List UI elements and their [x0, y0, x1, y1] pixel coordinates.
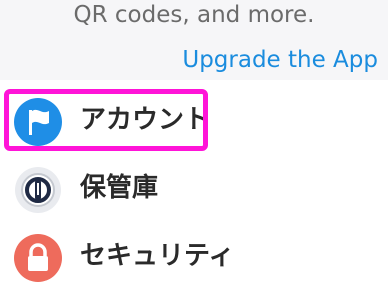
- menu-item-vaults[interactable]: 保管庫: [0, 158, 260, 214]
- menu-item-label: アカウント: [80, 105, 211, 135]
- menu-item-label: セキュリティ: [80, 241, 235, 271]
- menu-item-security[interactable]: セキュリティ: [0, 226, 260, 282]
- promo-text: QR codes, and more.: [73, 2, 315, 28]
- vault-icon: [14, 166, 62, 214]
- menu-item-account[interactable]: アカウント: [0, 90, 260, 146]
- upgrade-app-link[interactable]: Upgrade the App: [182, 44, 378, 76]
- menu-item-label: 保管庫: [80, 173, 159, 203]
- flag-icon: [14, 98, 62, 146]
- promo-banner: QR codes, and more. Upgrade the App: [0, 0, 388, 80]
- lock-icon: [14, 234, 62, 282]
